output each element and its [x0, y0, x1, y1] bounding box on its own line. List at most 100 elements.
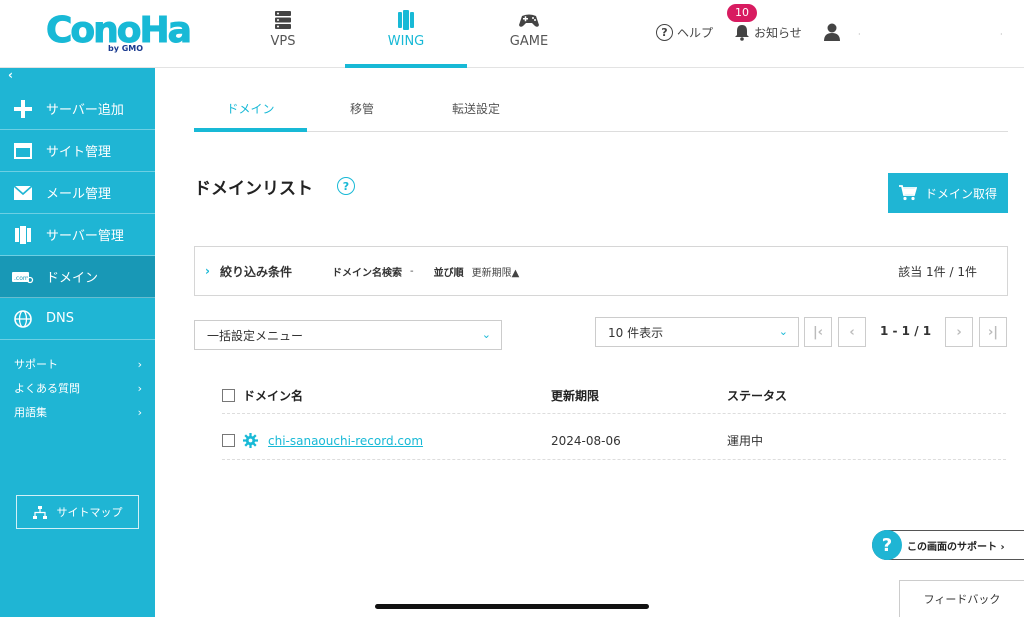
gamepad-icon	[519, 14, 539, 27]
chevron-right-icon: ›	[137, 357, 142, 371]
cart-icon	[898, 185, 917, 201]
first-page-button[interactable]: |‹	[804, 317, 832, 347]
chevron-right-icon: ›	[205, 264, 210, 278]
sidebar-item-label: サイト管理	[46, 145, 112, 160]
next-page-button[interactable]: ›	[945, 317, 973, 347]
home-indicator[interactable]	[375, 604, 649, 609]
bulk-settings-select[interactable]: 一括設定メニュー ⌄	[194, 320, 502, 350]
globe-icon	[12, 309, 34, 329]
filter-panel[interactable]: › 絞り込み条件 ドメイン名検索 - 並び順 更新期限▲ 該当 1件 / 1件	[194, 246, 1008, 296]
sidebar-item-label: ドメイン	[46, 271, 99, 286]
sidebar-item-label: メール管理	[46, 187, 112, 202]
sidebar: ‹ サーバー追加 サイト管理 メール管理 サーバー管理 .com ドメイン DN…	[0, 68, 155, 617]
chevron-right-icon: ›	[137, 381, 142, 395]
sidebar-item-label: サーバー管理	[46, 229, 124, 244]
sidebar-link-glossary[interactable]: 用語集 ›	[14, 400, 142, 424]
screen-support-button[interactable]: ? この画面のサポート ›	[872, 530, 1024, 560]
tab-transfer[interactable]: 移管	[332, 96, 392, 132]
wing-server-icon	[398, 10, 414, 30]
user-icon	[824, 23, 840, 41]
sidebar-link-label: サポート	[14, 358, 58, 371]
plus-icon	[12, 99, 34, 119]
tab-forwarding[interactable]: 転送設定	[444, 96, 508, 132]
server-icon	[275, 11, 291, 29]
sitemap-icon	[32, 505, 47, 519]
sidebar-collapse-button[interactable]: ‹	[8, 68, 13, 82]
row-domain-cell: chi-sanaouchi-record.com	[222, 422, 423, 459]
server-stack-icon	[12, 225, 34, 245]
sidebar-nav: サーバー追加 サイト管理 メール管理 サーバー管理 .com ドメイン DNS	[0, 88, 155, 340]
top-header: ConoHa by GMO VPS WING GAME ? ヘルプ お知らせ 1…	[0, 0, 1024, 68]
tab-domain[interactable]: ドメイン	[194, 96, 307, 132]
gear-icon[interactable]	[243, 433, 258, 448]
column-header-expiry: 更新期限	[551, 389, 600, 403]
nav-wing-label: WING	[387, 34, 425, 49]
chevron-right-icon: ›	[137, 405, 142, 419]
nav-game[interactable]: GAME	[468, 0, 590, 68]
window-icon	[12, 141, 34, 161]
filter-sort-key: 並び順	[433, 267, 464, 279]
per-page-value: 10 件表示	[608, 325, 664, 340]
get-domain-button[interactable]: ドメイン取得	[888, 173, 1008, 213]
result-count: 該当 1件 / 1件	[898, 264, 977, 279]
table-row: chi-sanaouchi-record.com 2024-08-06 運用中	[222, 422, 1006, 460]
page-info: 1 - 1 / 1	[880, 324, 932, 338]
sidebar-item-domain[interactable]: .com ドメイン	[0, 256, 155, 298]
feedback-button[interactable]: フィードバック	[899, 580, 1024, 617]
sidebar-sublinks: サポート › よくある質問 › 用語集 ›	[14, 352, 142, 424]
sidebar-item-server[interactable]: サーバー管理	[0, 214, 155, 256]
domain-link[interactable]: chi-sanaouchi-record.com	[268, 434, 423, 448]
prev-page-button[interactable]: ‹	[838, 317, 866, 347]
sitemap-button[interactable]: サイトマップ	[16, 495, 139, 529]
chevron-down-icon: ⌄	[481, 328, 491, 341]
nav-wing[interactable]: WING	[345, 0, 467, 68]
bell-icon	[735, 24, 749, 41]
table-header: ドメイン名 更新期限 ステータス	[222, 378, 1006, 414]
sidebar-link-label: よくある質問	[14, 382, 80, 395]
nav-game-label: GAME	[509, 34, 549, 49]
help-label: ヘルプ	[677, 25, 714, 40]
row-checkbox[interactable]	[222, 434, 235, 447]
domain-tabs: ドメイン 移管 転送設定	[194, 96, 1008, 132]
conoha-logo[interactable]: ConoHa by GMO	[46, 10, 193, 58]
bulk-settings-value: 一括設定メニュー	[207, 328, 304, 343]
sidebar-link-faq[interactable]: よくある質問 ›	[14, 376, 142, 400]
help-circle-icon: ?	[656, 23, 673, 41]
sidebar-item-dns[interactable]: DNS	[0, 298, 155, 340]
screen-support-label: この画面のサポート ›	[907, 541, 1005, 553]
notice-link[interactable]: お知らせ	[734, 20, 802, 44]
notice-label: お知らせ	[754, 25, 802, 40]
sitemap-label: サイトマップ	[56, 506, 123, 519]
per-page-select[interactable]: 10 件表示 ⌄	[595, 317, 799, 347]
column-header-status: ステータス	[727, 389, 788, 403]
feedback-label: フィードバック	[923, 593, 1001, 606]
last-page-button[interactable]: ›|	[979, 317, 1007, 347]
sidebar-item-add-server[interactable]: サーバー追加	[0, 88, 155, 130]
sidebar-link-label: 用語集	[14, 406, 47, 419]
sidebar-item-label: サーバー追加	[46, 103, 124, 118]
help-link[interactable]: ? ヘルプ	[656, 20, 713, 44]
notice-count-badge: 10	[727, 4, 757, 22]
header-domain-cell: ドメイン名	[222, 378, 303, 413]
select-all-checkbox[interactable]	[222, 389, 235, 402]
domain-icon: .com	[12, 267, 34, 287]
help-icon[interactable]: ?	[337, 177, 355, 195]
sidebar-item-mail[interactable]: メール管理	[0, 172, 155, 214]
nav-vps[interactable]: VPS	[222, 0, 344, 68]
nav-vps-label: VPS	[270, 34, 296, 49]
row-expiry: 2024-08-06	[551, 433, 621, 448]
row-status: 運用中	[727, 434, 764, 448]
filter-search-value: -	[409, 265, 414, 277]
column-header-domain: ドメイン名	[243, 389, 304, 403]
question-icon: ?	[872, 530, 902, 560]
sidebar-link-support[interactable]: サポート ›	[14, 352, 142, 376]
get-domain-label: ドメイン取得	[924, 186, 997, 201]
user-dot: ·	[858, 30, 861, 39]
logo-sub: by GMO	[108, 44, 144, 53]
header-dot: ·	[1000, 30, 1003, 39]
user-menu[interactable]	[824, 20, 840, 44]
chevron-down-icon: ⌄	[778, 325, 788, 338]
filter-search-key: ドメイン名検索	[331, 267, 402, 279]
filter-sort-value: 更新期限▲	[471, 267, 520, 279]
sidebar-item-site[interactable]: サイト管理	[0, 130, 155, 172]
